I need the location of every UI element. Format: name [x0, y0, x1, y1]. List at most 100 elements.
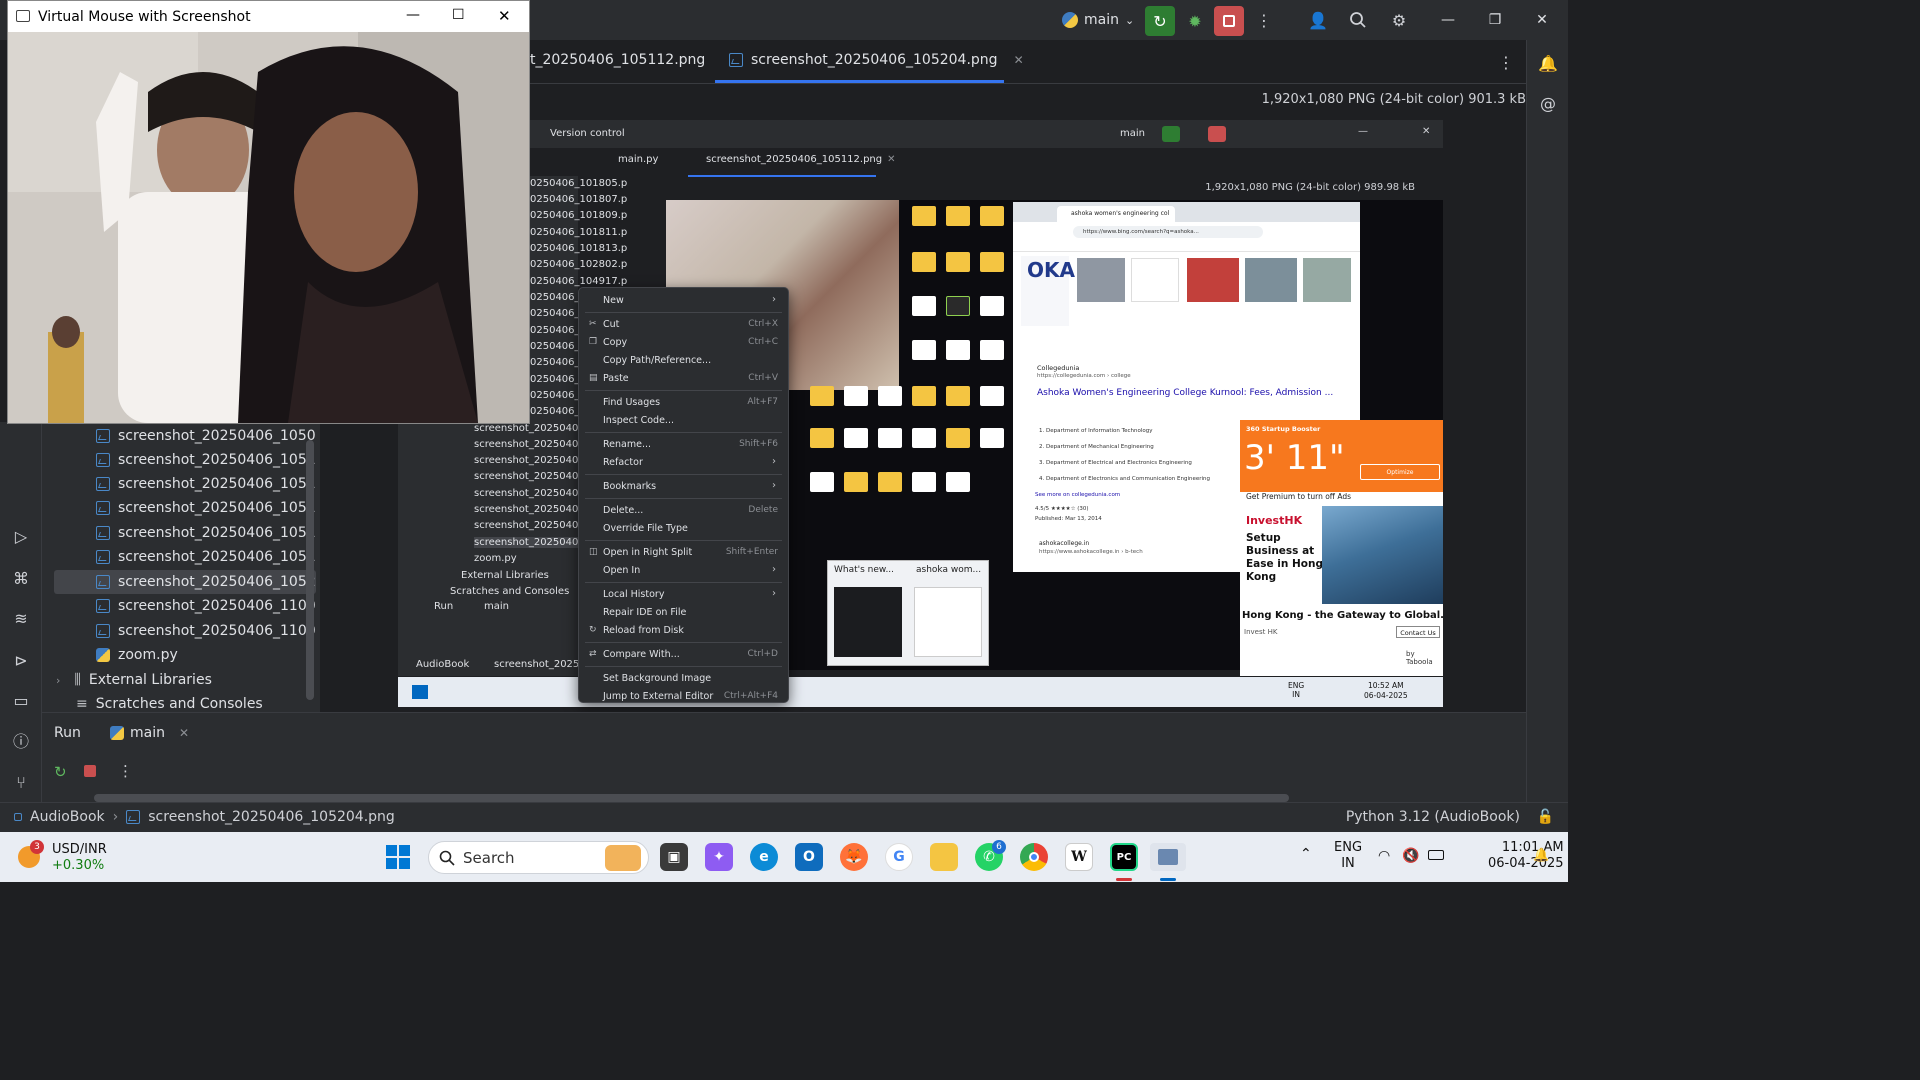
tree-file-selected[interactable]: screenshot_20250406_105204.p	[54, 570, 316, 594]
context-menu-item[interactable]: Bookmarks ›	[579, 478, 788, 496]
language-indicator[interactable]: ENG IN	[1334, 840, 1362, 872]
context-menu-item[interactable]: Delete... Delete	[579, 502, 788, 520]
notification-bell-icon[interactable]: 🔔	[1533, 848, 1549, 863]
camera-close-button[interactable]: ✕	[498, 7, 511, 25]
tree-file[interactable]: screenshot_20250406_105100.p	[54, 448, 316, 472]
code-with-me-button[interactable]: 👤	[1306, 8, 1330, 32]
tree-scrollbar[interactable]	[306, 440, 314, 700]
context-menu-item[interactable]: Refactor ›	[579, 454, 788, 472]
restore-button[interactable]: ❐	[1475, 6, 1515, 34]
context-menu-item[interactable]: Copy Path/Reference...	[579, 352, 788, 370]
terminal-button[interactable]: ▭	[9, 688, 33, 712]
ad-by: by Taboola	[1406, 650, 1433, 666]
inner-image-strip: OKA	[1021, 256, 1351, 326]
breadcrumb-project[interactable]: AudioBook	[30, 809, 105, 825]
firefox-button[interactable]: 🦊	[840, 843, 868, 871]
services-button[interactable]: ⊳	[9, 648, 33, 672]
tree-external-libraries[interactable]: › ⫼ External Libraries	[54, 668, 316, 692]
menu-item-shortcut: Ctrl+D	[747, 649, 779, 659]
ad-premium: Get Premium to turn off Ads	[1246, 492, 1352, 501]
inner-tree-row: 0250406_101809.p	[530, 210, 628, 221]
python-packages-button[interactable]: ⌘	[9, 566, 33, 590]
more-actions-button[interactable]: ⋮	[1252, 8, 1276, 32]
search-everywhere-button[interactable]	[1346, 8, 1370, 32]
inner-result-source: Collegedunia	[1037, 364, 1080, 372]
close-button[interactable]: ✕	[1522, 6, 1562, 34]
run-horizontal-scrollbar[interactable]	[94, 794, 1289, 802]
notifications-button[interactable]: 🔔	[1537, 52, 1559, 74]
context-menu-item[interactable]: Find Usages Alt+F7	[579, 394, 788, 412]
context-menu-item[interactable]: ⇄ Compare With... Ctrl+D	[579, 646, 788, 664]
stop-run-button[interactable]	[84, 765, 96, 777]
context-menu-item[interactable]: Repair IDE on File	[579, 604, 788, 622]
tree-file[interactable]: screenshot_20250406_105104.p	[54, 496, 316, 520]
context-menu-item[interactable]: ▤ Paste Ctrl+V	[579, 370, 788, 388]
file-explorer-button[interactable]	[930, 843, 958, 871]
rerun-icon[interactable]: ↻	[54, 763, 67, 781]
breadcrumb-file[interactable]: screenshot_20250406_105204.png	[148, 809, 395, 825]
widgets-button[interactable]: 3 USD/INR +0.30%	[18, 840, 128, 876]
close-icon[interactable]: ✕	[179, 726, 189, 740]
problems-button[interactable]: ⓘ	[9, 728, 33, 752]
edge-icon: e	[759, 849, 769, 865]
volume-muted-icon[interactable]: 🔇	[1402, 848, 1419, 864]
context-menu-item[interactable]: New ›	[579, 292, 788, 310]
task-view-button[interactable]: ▣	[660, 843, 688, 871]
context-menu-item[interactable]: Rename... Shift+F6	[579, 436, 788, 454]
rerun-button[interactable]: ↻	[1145, 6, 1175, 36]
tab-options-button[interactable]: ⋮	[1494, 50, 1518, 74]
python-window-icon	[1158, 849, 1178, 865]
minimize-button[interactable]: —	[1428, 6, 1468, 34]
tree-file[interactable]: screenshot_20250406_110043.p	[54, 594, 316, 618]
context-menu-item[interactable]: ✂ Cut Ctrl+X	[579, 316, 788, 334]
camera-minimize-button[interactable]: —	[406, 7, 420, 23]
context-menu-item[interactable]: ❐ Copy Ctrl+C	[579, 334, 788, 352]
taskbar-search[interactable]: Search	[428, 841, 649, 874]
tab-screenshot-105112[interactable]: t_20250406_105112.png	[530, 52, 705, 68]
context-menu-item[interactable]: Override File Type	[579, 520, 788, 538]
chrome-button[interactable]	[1020, 843, 1048, 871]
context-menu-item[interactable]: Local History ›	[579, 586, 788, 604]
pycharm-button[interactable]: PC	[1110, 843, 1138, 871]
copilot-button[interactable]: ✦	[705, 843, 733, 871]
tree-file[interactable]: screenshot_20250406_105112.p	[54, 545, 316, 569]
git-button[interactable]: ⑂	[9, 770, 33, 794]
debug-button[interactable]: ✹	[1180, 6, 1210, 36]
tree-file[interactable]: screenshot_20250406_105102.p	[54, 472, 316, 496]
run-panel-label[interactable]: Run	[54, 725, 81, 741]
context-menu-item[interactable]: Open In ›	[579, 562, 788, 580]
context-menu-item[interactable]: Jump to External Editor Ctrl+Alt+F4	[579, 688, 788, 706]
run-config-tab[interactable]: main ✕	[110, 725, 189, 741]
close-icon[interactable]: ✕	[1014, 53, 1024, 67]
edge-button[interactable]: e	[750, 843, 778, 871]
tree-file[interactable]: screenshot_20250406_105106.p	[54, 521, 316, 545]
battery-icon[interactable]	[1428, 850, 1444, 860]
clock[interactable]: 11:01 AM 06-04-2025	[1488, 840, 1564, 872]
context-menu-item[interactable]: Set Background Image	[579, 670, 788, 688]
google-button[interactable]: G	[885, 843, 913, 871]
camera-maximize-button[interactable]: ☐	[452, 7, 465, 23]
context-menu-item[interactable]: ◫ Open in Right Split Shift+Enter	[579, 544, 788, 562]
tab-screenshot-105204[interactable]: screenshot_20250406_105204.png ✕	[729, 52, 1024, 68]
layers-button[interactable]: ≋	[9, 606, 33, 630]
settings-button[interactable]: ⚙	[1387, 8, 1411, 32]
run-more-icon[interactable]: ⋮	[118, 762, 133, 780]
ai-assistant-button[interactable]: @	[1537, 92, 1559, 114]
start-button[interactable]	[386, 845, 410, 869]
stop-button[interactable]	[1214, 6, 1244, 36]
run-tool-button[interactable]: ▷	[9, 524, 33, 548]
tree-file-zoom[interactable]: zoom.py	[54, 643, 316, 667]
virtual-mouse-app-button[interactable]	[1150, 843, 1186, 871]
folder-icon	[878, 472, 902, 492]
lock-icon[interactable]: 🔓	[1537, 809, 1554, 825]
wifi-icon[interactable]: ◠	[1378, 848, 1390, 864]
interpreter-selector[interactable]: Python 3.12 (AudioBook)	[1346, 809, 1520, 825]
tree-file[interactable]: screenshot_20250406_105059.p	[54, 424, 316, 448]
wikipedia-button[interactable]: W	[1065, 843, 1093, 871]
context-menu-item[interactable]: Inspect Code...	[579, 412, 788, 430]
branch-selector[interactable]: main ⌄	[1062, 8, 1134, 32]
context-menu-item[interactable]: ↻ Reload from Disk	[579, 622, 788, 640]
outlook-button[interactable]: O	[795, 843, 823, 871]
tray-overflow-button[interactable]: ⌃	[1300, 846, 1312, 862]
tree-file[interactable]: screenshot_20250406_110045.p	[54, 619, 316, 643]
